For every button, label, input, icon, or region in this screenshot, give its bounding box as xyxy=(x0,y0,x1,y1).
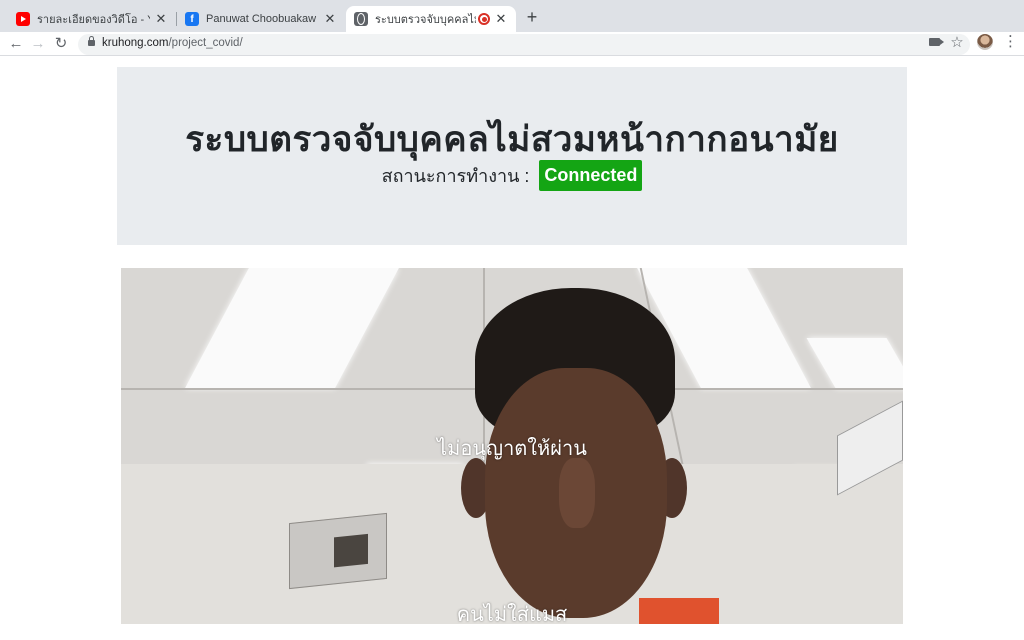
ceiling-light xyxy=(185,268,399,388)
tab-title: รายละเอียดของวิดีโอ - YouTube St xyxy=(37,14,150,26)
tab-title: Panuwat Choobuakaw | Facebo xyxy=(206,13,319,25)
url-path: /project_covid/ xyxy=(168,37,243,49)
bookmark-star-icon[interactable]: ☆ xyxy=(948,34,966,52)
tab-strip: รายละเอียดของวิดีโอ - YouTube St ✕ f Pan… xyxy=(0,0,1024,32)
close-icon[interactable]: ✕ xyxy=(494,11,508,27)
url-host: kruhong.com xyxy=(102,37,169,49)
tab-youtube[interactable]: รายละเอียดของวิดีโอ - YouTube St ✕ xyxy=(8,6,176,32)
status-row: สถานะการทำงาน : Connected xyxy=(0,160,1024,191)
status-label: สถานะการทำงาน : xyxy=(381,166,530,186)
address-bar[interactable]: kruhong.com/project_covid/ xyxy=(78,34,970,55)
recording-icon xyxy=(478,13,490,25)
close-icon[interactable]: ✕ xyxy=(154,11,168,27)
detection-label-bottom: คนไม่ใส่แมส xyxy=(456,604,568,624)
page-title: ระบบตรวจจับบุคคลไม่สวมหน้ากากอนามัย xyxy=(185,120,839,159)
camera-feed: ไม่อนุญาตให้ผ่าน คนไม่ใส่แมส xyxy=(121,268,903,624)
tab-project-covid[interactable]: ระบบตรวจจับบุคคลไม่สวมหน้า ✕ xyxy=(346,6,516,32)
new-tab-button[interactable]: + xyxy=(522,7,542,27)
tab-title: ระบบตรวจจับบุคคลไม่สวมหน้า xyxy=(375,14,476,26)
back-arrow-icon[interactable]: ← xyxy=(6,34,26,54)
more-menu-icon[interactable]: ⋮ xyxy=(1003,34,1018,51)
ceiling-light xyxy=(806,338,903,388)
wall-box xyxy=(289,512,387,590)
profile-avatar[interactable] xyxy=(977,34,993,50)
facebook-icon: f xyxy=(185,12,199,26)
face xyxy=(485,368,667,618)
close-icon[interactable]: ✕ xyxy=(323,11,337,27)
detection-label-top: ไม่อนุญาตให้ผ่าน xyxy=(437,438,587,460)
status-badge: Connected xyxy=(539,160,643,191)
lock-icon xyxy=(88,36,95,46)
tab-facebook[interactable]: f Panuwat Choobuakaw | Facebo ✕ xyxy=(177,6,345,32)
reload-icon[interactable]: ↻ xyxy=(51,34,71,54)
url-text: kruhong.com/project_covid/ xyxy=(102,37,243,49)
browser-toolbar: ← → ↻ kruhong.com/project_covid/ xyxy=(0,32,1024,56)
youtube-icon xyxy=(16,12,30,26)
globe-icon xyxy=(354,12,368,26)
forward-arrow-icon[interactable]: → xyxy=(28,34,48,54)
camera-in-use-icon[interactable] xyxy=(929,38,944,46)
